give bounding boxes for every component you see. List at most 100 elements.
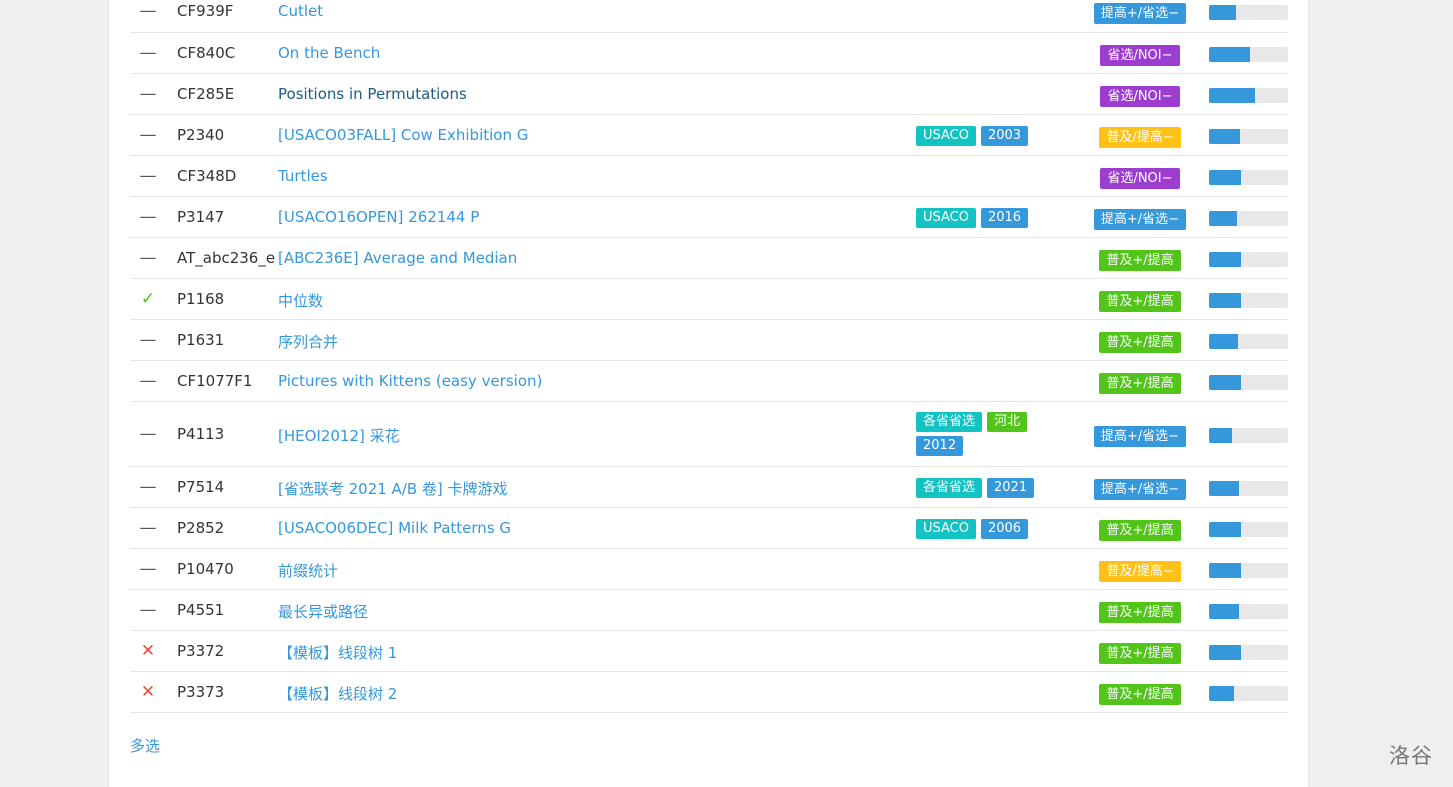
problem-row: — CF840C On the Bench 省选/NOI− [130,33,1288,74]
problem-title-link[interactable]: [USACO06DEC] Milk Patterns G [278,519,511,537]
pass-rate-bar [1209,251,1288,267]
problem-title-link[interactable]: [省选联考 2021 A/B 卷] 卡牌游戏 [278,478,508,499]
problem-id: CF285E [177,84,235,103]
problem-title-link[interactable]: Cutlet [278,2,323,20]
tag-badge[interactable]: 2021 [987,477,1035,498]
problem-id: CF1077F1 [177,371,253,390]
problem-row: ✕ P3372 【模板】线段树 1 普及+/提高 [130,631,1288,672]
pass-rate-fill [1209,480,1240,496]
problem-list-card: — CF939F Cutlet 提高+/省选− — CF840C On the Bench 省… [108,0,1309,787]
problem-title-link[interactable]: 【模板】线段树 2 [278,683,397,704]
difficulty-badge: 提高+/省选− [1093,3,1187,24]
problem-title-link[interactable]: [ABC236E] Average and Median [278,249,517,267]
multi-select-link[interactable]: 多选 [130,735,160,756]
problem-row: — P7514 [省选联考 2021 A/B 卷] 卡牌游戏 各省省选 2021 提高+/… [130,467,1288,508]
status-dash-icon: — [139,558,157,579]
pass-rate-bar [1209,427,1288,443]
status-dash-icon: — [139,476,157,497]
difficulty-cell: 提高+/省选− [1090,2,1190,24]
problem-id: P3372 [177,641,225,660]
difficulty-badge: 普及+/提高 [1099,249,1181,271]
difficulty-cell: 省选/NOI− [1090,85,1190,107]
problem-title-link[interactable]: [HEOI2012] 采花 [278,425,400,446]
difficulty-cell: 普及/提高− [1090,126,1190,148]
tag-badge[interactable]: 2003 [980,125,1029,146]
problem-id: P7514 [177,477,225,496]
problem-id: P4551 [177,600,225,619]
difficulty-badge: 提高+/省选− [1093,425,1187,447]
difficulty-cell: 提高+/省选− [1090,208,1190,230]
status-dash-icon: — [139,423,157,444]
pass-rate-fill [1209,427,1232,443]
problem-row: — P2852 [USACO06DEC] Milk Patterns G USACO 2… [130,508,1288,549]
pass-rate-bar [1209,521,1288,537]
problem-list: — CF939F Cutlet 提高+/省选− — CF840C On the Bench 省… [130,0,1288,713]
problem-title-link[interactable]: 前缀统计 [278,560,338,581]
tag-badge[interactable]: USACO [916,518,976,539]
tag-badge[interactable]: USACO [916,125,976,146]
problem-title-link[interactable]: Positions in Permutations [278,85,467,103]
difficulty-cell: 普及+/提高 [1090,249,1190,271]
pass-rate-bar [1209,210,1288,226]
problem-id: P2852 [177,518,225,537]
difficulty-badge: 提高+/省选− [1093,208,1187,230]
pass-rate-bar [1209,128,1288,144]
tag-list: USACO 2016 [916,207,1056,228]
problem-title-link[interactable]: On the Bench [278,44,380,62]
difficulty-cell: 普及+/提高 [1090,519,1190,541]
tag-badge[interactable]: 各省省选 [916,412,983,432]
difficulty-cell: 省选/NOI− [1090,167,1190,189]
difficulty-badge: 提高+/省选− [1093,478,1187,500]
tag-list: 各省省选 河北 2012 [916,412,1056,456]
tag-badge[interactable]: 2016 [980,207,1029,228]
problem-row: — P4113 [HEOI2012] 采花 各省省选 河北 2012 提高+/省选− [130,402,1288,467]
tag-badge[interactable]: 2006 [980,518,1029,539]
pass-rate-fill [1209,251,1241,267]
problem-row: ✕ P3373 【模板】线段树 2 普及+/提高 [130,672,1288,713]
luogu-watermark: 洛谷 [1389,744,1433,768]
pass-rate-bar [1209,87,1288,103]
pass-rate-bar [1209,644,1288,660]
problem-row: — CF348D Turtles 省选/NOI− [130,156,1288,197]
status-dash-icon: — [139,1,157,21]
pass-rate-fill [1209,169,1242,185]
tag-list: USACO 2006 [916,518,1056,539]
problem-title-link[interactable]: Pictures with Kittens (easy version) [278,372,542,390]
pass-rate-bar [1209,480,1288,496]
difficulty-badge: 省选/NOI− [1100,167,1180,189]
pass-rate-bar [1209,374,1288,390]
difficulty-cell: 普及+/提高 [1090,290,1190,312]
problem-title-link[interactable]: 中位数 [278,290,323,311]
difficulty-badge: 普及+/提高 [1099,372,1181,394]
problem-title-link[interactable]: [USACO16OPEN] 262144 P [278,208,479,226]
difficulty-cell: 普及+/提高 [1090,683,1190,705]
problem-id: CF939F [177,2,234,20]
problem-title-link[interactable]: 序列合并 [278,331,338,352]
problem-row: ✓ P1168 中位数 普及+/提高 [130,279,1288,320]
problem-title-link[interactable]: 【模板】线段树 1 [278,642,397,663]
difficulty-cell: 普及/提高− [1090,560,1190,582]
pass-rate-fill [1209,644,1241,660]
status-dash-icon: — [139,247,157,268]
problem-title-link[interactable]: Turtles [278,167,328,185]
tag-badge[interactable]: 河北 [987,412,1028,432]
pass-rate-fill [1209,46,1251,62]
difficulty-cell: 提高+/省选− [1090,425,1190,447]
tag-badge[interactable]: 2012 [916,436,964,456]
problem-title-link[interactable]: 最长异或路径 [278,601,368,622]
difficulty-badge: 普及/提高− [1099,560,1181,582]
difficulty-badge: 普及+/提高 [1099,290,1181,312]
tag-badge[interactable]: USACO [916,207,976,228]
problem-row: — P10470 前缀统计 普及/提高− [130,549,1288,590]
difficulty-badge: 普及+/提高 [1099,683,1181,705]
status-check-icon: ✓ [140,288,156,309]
status-dash-icon: — [139,206,157,227]
problem-title-link[interactable]: [USACO03FALL] Cow Exhibition G [278,126,528,144]
tag-badge[interactable]: 各省省选 [916,477,983,498]
pass-rate-fill [1209,5,1236,20]
problem-id: P10470 [177,559,234,578]
problem-row: — CF285E Positions in Permutations 省选/NOI− [130,74,1288,115]
difficulty-cell: 普及+/提高 [1090,331,1190,353]
problem-id: CF348D [177,166,237,185]
pass-rate-fill [1209,292,1241,308]
